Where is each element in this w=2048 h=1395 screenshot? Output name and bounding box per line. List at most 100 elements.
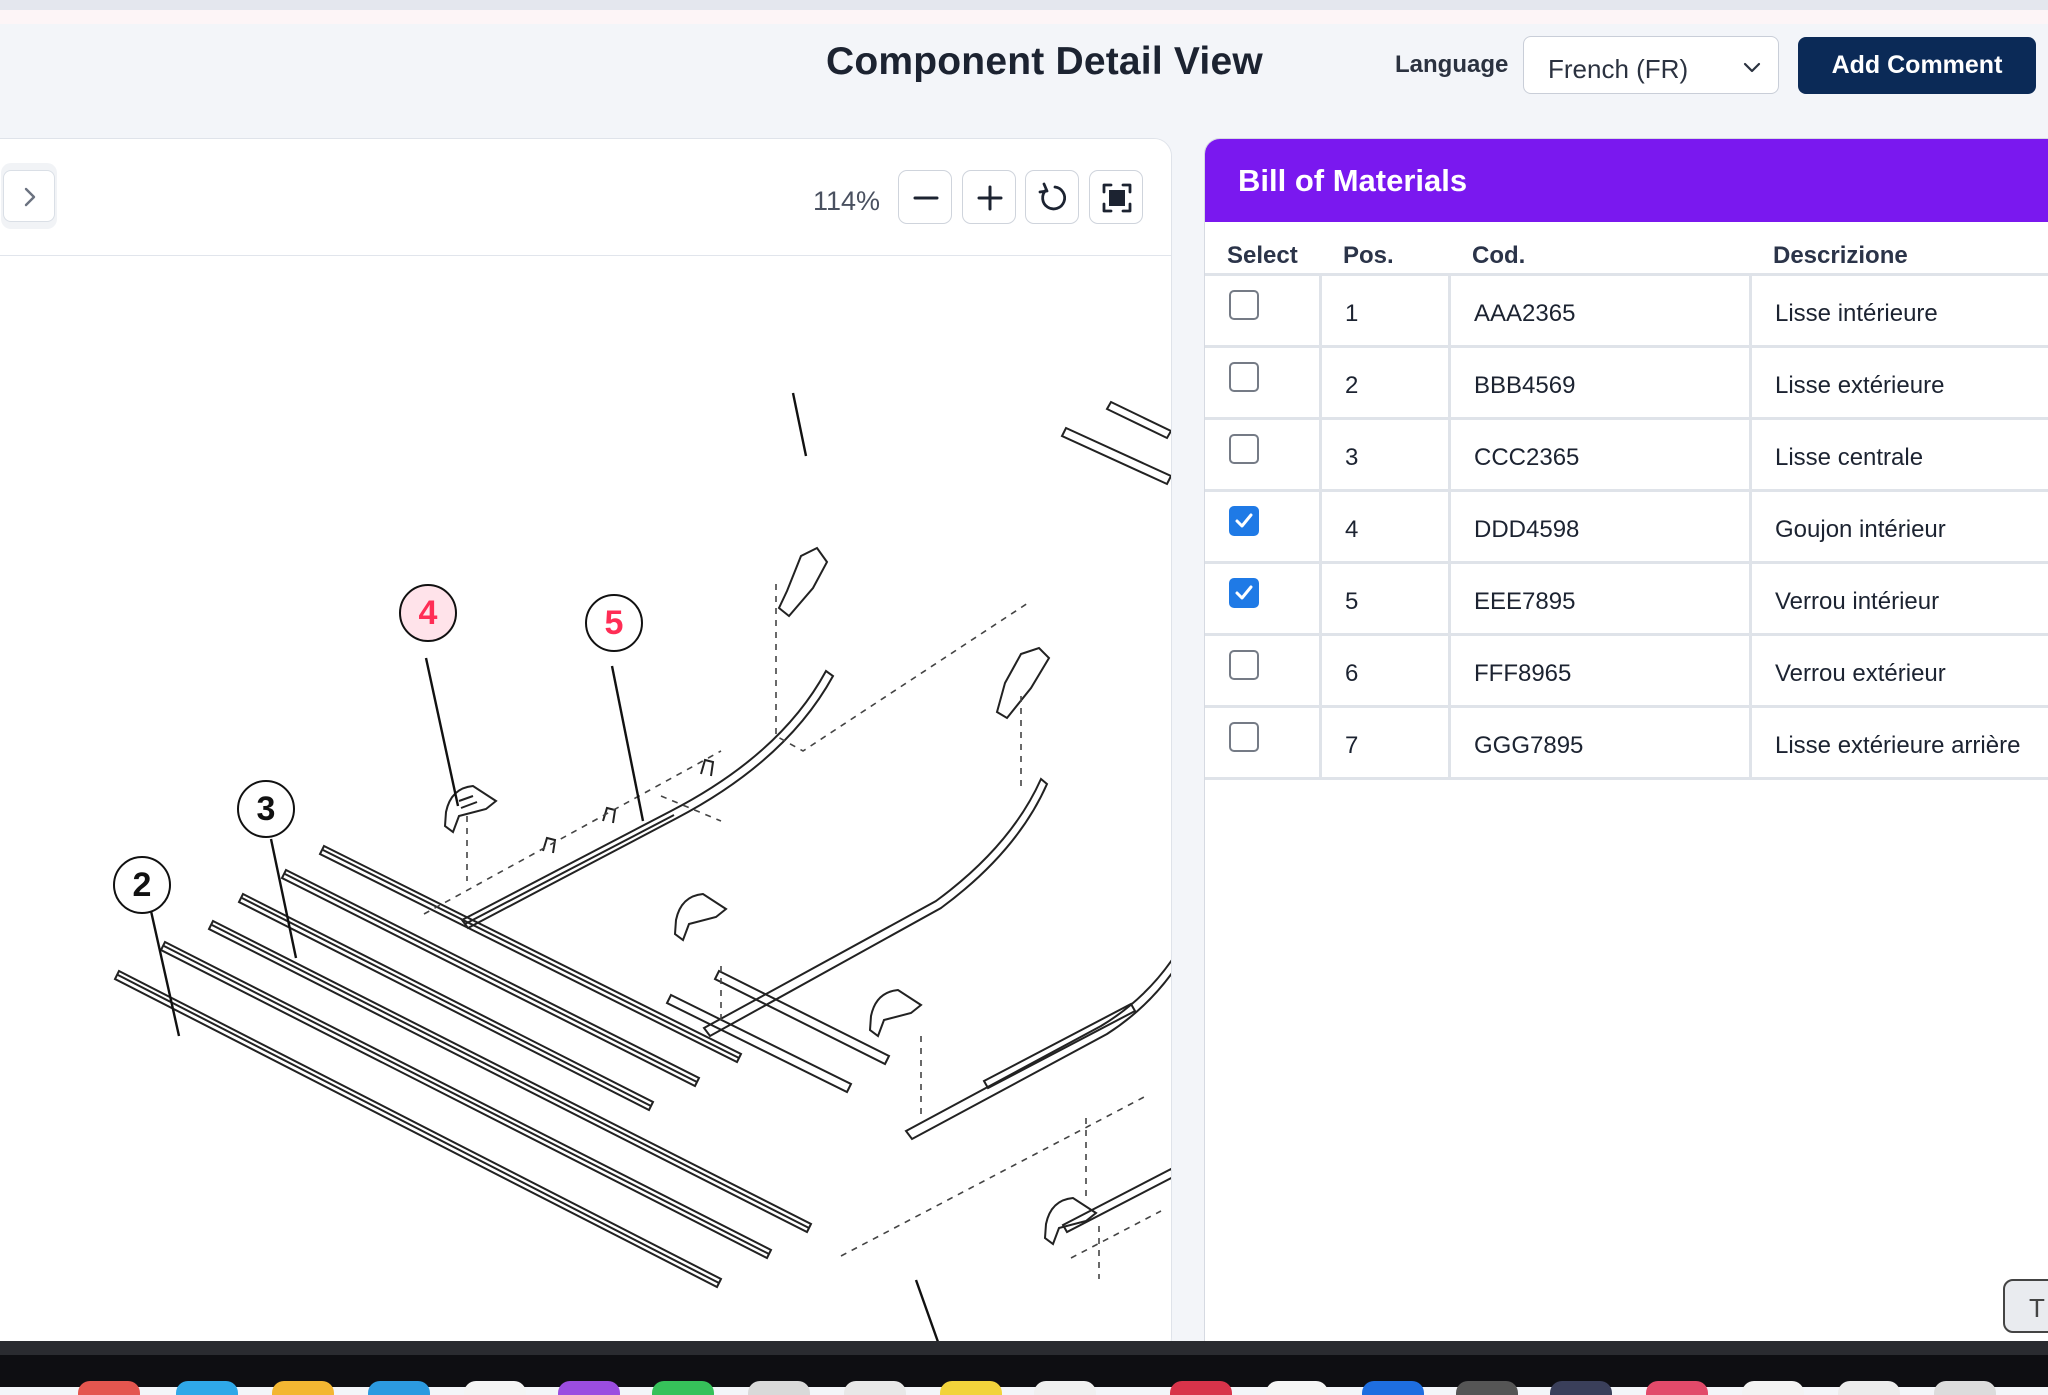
checkmark-icon bbox=[1235, 585, 1253, 600]
leader-line bbox=[149, 910, 181, 1037]
callout-3[interactable]: 3 bbox=[237, 780, 295, 838]
rail-part bbox=[113, 969, 723, 1289]
row-cod: EEE7895 bbox=[1474, 588, 1576, 615]
row-checkbox[interactable] bbox=[1229, 722, 1259, 752]
callout-4-label: 4 bbox=[418, 593, 438, 632]
curved-rail-assembly bbox=[702, 777, 1049, 1038]
bracket-part bbox=[673, 892, 728, 942]
language-label: Language bbox=[1395, 51, 1509, 78]
row-cod: DDD4598 bbox=[1474, 516, 1580, 543]
row-checkbox[interactable] bbox=[1229, 506, 1259, 536]
row-pos: 6 bbox=[1345, 660, 1359, 687]
dock-app-icon[interactable] bbox=[272, 1381, 334, 1395]
rail-part bbox=[237, 892, 655, 1112]
row-description: Lisse intérieure bbox=[1775, 300, 1938, 327]
chevron-right-icon bbox=[24, 187, 36, 207]
dock-app-icon[interactable] bbox=[1170, 1381, 1232, 1395]
row-description: Lisse centrale bbox=[1775, 444, 1924, 471]
table-row[interactable]: 6 FFF8965 Verrou extérieur bbox=[1205, 636, 2048, 708]
dock-app-icon[interactable] bbox=[1550, 1381, 1612, 1395]
row-cod: GGG7895 bbox=[1474, 732, 1584, 759]
row-pos: 2 bbox=[1345, 372, 1359, 399]
plus-icon bbox=[977, 185, 1003, 211]
callout-5-label: 5 bbox=[604, 603, 624, 642]
mount-bracket bbox=[995, 646, 1051, 720]
column-header-cod: Cod. bbox=[1472, 242, 1526, 269]
dock-app-icon[interactable] bbox=[1934, 1381, 1996, 1395]
row-pos: 1 bbox=[1345, 300, 1359, 327]
dock-app-icon[interactable] bbox=[176, 1381, 238, 1395]
callout-3-label: 3 bbox=[256, 789, 276, 828]
table-row[interactable]: 3 CCC2365 Lisse centrale bbox=[1205, 420, 2048, 492]
bracket-part bbox=[868, 988, 923, 1038]
column-header-pos: Pos. bbox=[1343, 242, 1394, 269]
dock-app-icon[interactable] bbox=[844, 1381, 906, 1395]
table-row[interactable]: 4 DDD4598 Goujon intérieur bbox=[1205, 492, 2048, 564]
minus-icon bbox=[913, 196, 939, 200]
callout-2[interactable]: 2 bbox=[113, 856, 171, 914]
row-checkbox[interactable] bbox=[1229, 290, 1259, 320]
leader-line bbox=[791, 392, 808, 457]
row-cod: FFF8965 bbox=[1474, 660, 1572, 687]
table-row[interactable]: 5 EEE7895 Verrou intérieur bbox=[1205, 564, 2048, 636]
zoom-out-button[interactable] bbox=[898, 170, 952, 224]
dock-app-icon[interactable] bbox=[1034, 1381, 1096, 1395]
row-cod: BBB4569 bbox=[1474, 372, 1576, 399]
drawing-viewer: 114% 4 5 3 2 bbox=[0, 138, 1172, 1355]
dock-app-icon[interactable] bbox=[1456, 1381, 1518, 1395]
row-description: Lisse extérieure bbox=[1775, 372, 1945, 399]
dock-app-icon[interactable] bbox=[368, 1381, 430, 1395]
add-comment-button[interactable]: Add Comment bbox=[1798, 37, 2036, 94]
callout-2-label: 2 bbox=[132, 865, 152, 904]
dock-app-icon[interactable] bbox=[1362, 1381, 1424, 1395]
dock-app-icon[interactable] bbox=[1646, 1381, 1708, 1395]
curved-rail-assembly bbox=[904, 959, 1171, 1141]
dock-app-icon[interactable] bbox=[78, 1381, 140, 1395]
sidebar-toggle-button[interactable] bbox=[1, 163, 57, 229]
leader-line bbox=[424, 657, 460, 807]
window-bottom-bar bbox=[0, 1341, 2048, 1355]
rail-part bbox=[280, 868, 701, 1088]
table-row[interactable]: 7 GGG7895 Lisse extérieure arrière bbox=[1205, 708, 2048, 780]
top-accent-line bbox=[0, 10, 2048, 24]
zoom-in-button[interactable] bbox=[962, 170, 1016, 224]
checkmark-icon bbox=[1235, 513, 1253, 528]
callout-5[interactable]: 5 bbox=[585, 594, 643, 652]
row-pos: 3 bbox=[1345, 444, 1359, 471]
dock-app-icon[interactable] bbox=[464, 1381, 526, 1395]
row-checkbox[interactable] bbox=[1229, 362, 1259, 392]
bill-of-materials-panel: Bill of Materials Select Pos. Cod. Descr… bbox=[1204, 138, 2048, 1355]
callout-4[interactable]: 4 bbox=[399, 584, 457, 642]
dock-app-icon[interactable] bbox=[748, 1381, 810, 1395]
dock-app-icon[interactable] bbox=[1838, 1381, 1900, 1395]
browser-top-strip bbox=[0, 0, 2048, 10]
curved-rail-assembly bbox=[460, 669, 835, 930]
dock-app-icon[interactable] bbox=[652, 1381, 714, 1395]
dock-app-icon[interactable] bbox=[558, 1381, 620, 1395]
exploded-assembly-drawing bbox=[113, 392, 1171, 1354]
rail-part bbox=[159, 940, 773, 1260]
fit-screen-icon bbox=[1102, 183, 1132, 213]
leader-line bbox=[610, 665, 645, 822]
row-description: Goujon intérieur bbox=[1775, 516, 1946, 543]
dock-app-icon[interactable] bbox=[1742, 1381, 1804, 1395]
viewer-toolbar: 114% bbox=[0, 139, 1171, 256]
language-select[interactable]: French (FR) bbox=[1523, 36, 1779, 94]
floating-tab-button[interactable]: T bbox=[2003, 1279, 2048, 1333]
chevron-down-icon bbox=[1743, 62, 1761, 73]
column-header-description: Descrizione bbox=[1773, 242, 1908, 269]
row-checkbox[interactable] bbox=[1229, 650, 1259, 680]
dock-app-icon[interactable] bbox=[940, 1381, 1002, 1395]
table-row[interactable]: 1 AAA2365 Lisse intérieure bbox=[1205, 276, 2048, 348]
zoom-level: 114% bbox=[813, 186, 881, 216]
fit-to-screen-button[interactable] bbox=[1089, 170, 1143, 224]
leader-line bbox=[269, 838, 298, 959]
table-row[interactable]: 2 BBB4569 Lisse extérieure bbox=[1205, 348, 2048, 420]
drawing-canvas[interactable]: 4 5 3 2 bbox=[0, 256, 1171, 1354]
bom-title: Bill of Materials bbox=[1238, 163, 1468, 198]
row-checkbox[interactable] bbox=[1229, 434, 1259, 464]
rotate-button[interactable] bbox=[1025, 170, 1079, 224]
bom-header: Bill of Materials bbox=[1205, 139, 2048, 222]
dock-app-icon[interactable] bbox=[1266, 1381, 1328, 1395]
row-checkbox[interactable] bbox=[1229, 578, 1259, 608]
